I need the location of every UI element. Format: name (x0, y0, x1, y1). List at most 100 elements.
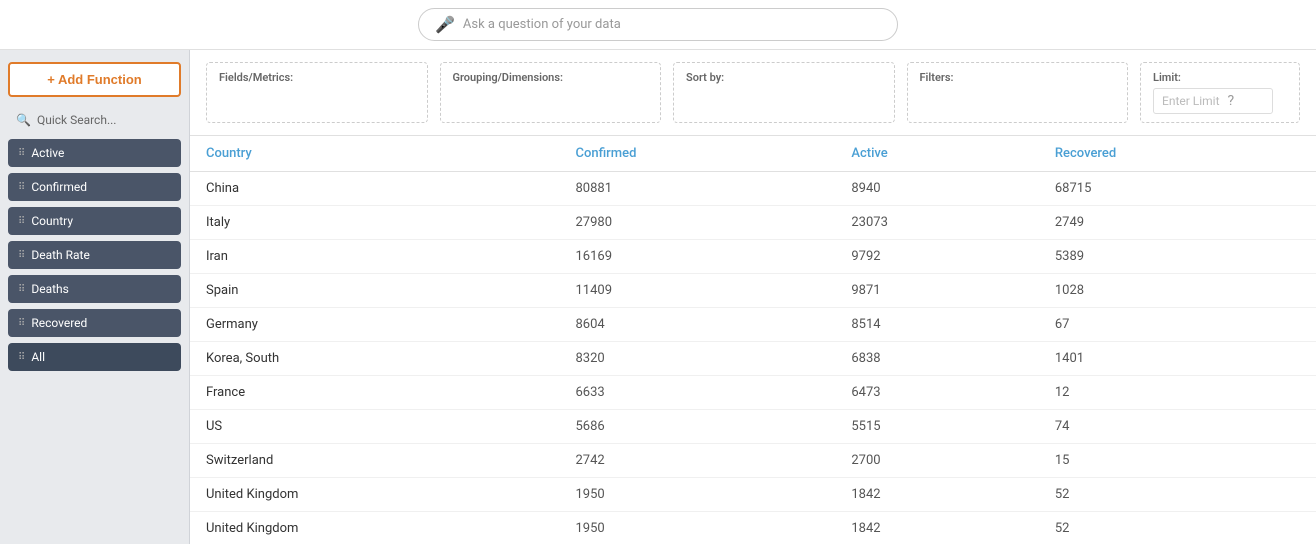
filters-label: Filters: (920, 71, 1116, 84)
cell-confirmed: 11409 (559, 274, 835, 308)
drag-icon: ⠿ (18, 284, 25, 295)
drag-icon: ⠿ (18, 182, 25, 193)
cell-recovered: 52 (1039, 512, 1316, 544)
cell-active: 9792 (835, 240, 1039, 274)
table-row: Korea, South 8320 6838 1401 (190, 342, 1316, 376)
cell-confirmed: 27980 (559, 206, 835, 240)
cell-active: 6473 (835, 376, 1039, 410)
cell-active: 5515 (835, 410, 1039, 444)
sidebar-item-all[interactable]: ⠿ All (8, 343, 181, 371)
filters-section[interactable]: Filters: (907, 62, 1129, 123)
top-bar: 🎤 Ask a question of your data (0, 0, 1316, 50)
sidebar-item-death-rate[interactable]: ⠿ Death Rate (8, 241, 181, 269)
col-header-recovered[interactable]: Recovered (1039, 136, 1316, 172)
table-header-row: Country Confirmed Active Recovered (190, 136, 1316, 172)
cell-country: China (190, 172, 559, 206)
cell-active: 6838 (835, 342, 1039, 376)
cell-country: US (190, 410, 559, 444)
limit-section: Limit: Enter Limit ? (1140, 62, 1300, 123)
cell-recovered: 74 (1039, 410, 1316, 444)
fields-section[interactable]: Fields/Metrics: (206, 62, 428, 123)
table-row: Spain 11409 9871 1028 (190, 274, 1316, 308)
col-header-country[interactable]: Country (190, 136, 559, 172)
cell-active: 23073 (835, 206, 1039, 240)
drag-icon: ⠿ (18, 250, 25, 261)
table-body: China 80881 8940 68715 Italy 27980 23073… (190, 172, 1316, 544)
grouping-section[interactable]: Grouping/Dimensions: (440, 62, 662, 123)
cell-country: United Kingdom (190, 512, 559, 544)
cell-country: United Kingdom (190, 478, 559, 512)
sidebar-item-deaths[interactable]: ⠿ Deaths (8, 275, 181, 303)
cell-recovered: 12 (1039, 376, 1316, 410)
sidebar-item-label: Confirmed (31, 180, 87, 194)
table-row: United Kingdom 1950 1842 52 (190, 512, 1316, 544)
table-row: Iran 16169 9792 5389 (190, 240, 1316, 274)
drag-icon: ⠿ (18, 352, 25, 363)
data-table: Country Confirmed Active Recovered China… (190, 136, 1316, 544)
cell-active: 8514 (835, 308, 1039, 342)
cell-active: 1842 (835, 478, 1039, 512)
limit-placeholder: Enter Limit (1162, 94, 1220, 108)
cell-recovered: 52 (1039, 478, 1316, 512)
cell-active: 8940 (835, 172, 1039, 206)
sidebar-item-label: Country (31, 214, 73, 228)
main-layout: + Add Function 🔍 Quick Search... ⠿ Activ… (0, 50, 1316, 544)
cell-recovered: 15 (1039, 444, 1316, 478)
limit-input[interactable]: Enter Limit ? (1153, 88, 1273, 114)
cell-active: 1842 (835, 512, 1039, 544)
table-row: US 5686 5515 74 (190, 410, 1316, 444)
fields-label: Fields/Metrics: (219, 71, 415, 84)
col-header-active[interactable]: Active (835, 136, 1039, 172)
quick-search-label: Quick Search... (37, 113, 116, 127)
search-bar[interactable]: 🎤 Ask a question of your data (418, 8, 898, 41)
cell-confirmed: 16169 (559, 240, 835, 274)
cell-country: Iran (190, 240, 559, 274)
sidebar-item-label: Deaths (31, 282, 69, 296)
table-row: Italy 27980 23073 2749 (190, 206, 1316, 240)
cell-country: Switzerland (190, 444, 559, 478)
search-icon: 🔍 (16, 113, 31, 127)
drag-icon: ⠿ (18, 216, 25, 227)
cell-confirmed: 1950 (559, 512, 835, 544)
quick-search[interactable]: 🔍 Quick Search... (8, 107, 181, 133)
sidebar-item-label: Death Rate (31, 248, 90, 262)
cell-country: France (190, 376, 559, 410)
sidebar-item-recovered[interactable]: ⠿ Recovered (8, 309, 181, 337)
cell-country: Germany (190, 308, 559, 342)
col-header-confirmed[interactable]: Confirmed (559, 136, 835, 172)
search-bar-placeholder: Ask a question of your data (463, 17, 621, 32)
cell-active: 9871 (835, 274, 1039, 308)
drag-icon: ⠿ (18, 318, 25, 329)
cell-country: Italy (190, 206, 559, 240)
cell-recovered: 68715 (1039, 172, 1316, 206)
sidebar-item-country[interactable]: ⠿ Country (8, 207, 181, 235)
add-function-button[interactable]: + Add Function (8, 62, 181, 97)
cell-confirmed: 5686 (559, 410, 835, 444)
grouping-label: Grouping/Dimensions: (453, 71, 649, 84)
sidebar: + Add Function 🔍 Quick Search... ⠿ Activ… (0, 50, 190, 544)
table-row: Switzerland 2742 2700 15 (190, 444, 1316, 478)
query-bar: Fields/Metrics: Grouping/Dimensions: Sor… (190, 50, 1316, 136)
table-container: Country Confirmed Active Recovered China… (190, 136, 1316, 544)
sidebar-item-label: Recovered (31, 316, 87, 330)
cell-country: Spain (190, 274, 559, 308)
cell-recovered: 67 (1039, 308, 1316, 342)
help-icon[interactable]: ? (1228, 93, 1235, 109)
sidebar-item-label: All (31, 350, 45, 364)
cell-confirmed: 2742 (559, 444, 835, 478)
cell-country: Korea, South (190, 342, 559, 376)
limit-label: Limit: (1153, 71, 1287, 84)
cell-confirmed: 80881 (559, 172, 835, 206)
sort-section[interactable]: Sort by: (673, 62, 895, 123)
drag-icon: ⠿ (18, 148, 25, 159)
sidebar-item-active[interactable]: ⠿ Active (8, 139, 181, 167)
cell-confirmed: 1950 (559, 478, 835, 512)
cell-confirmed: 6633 (559, 376, 835, 410)
microphone-icon: 🎤 (435, 15, 455, 34)
cell-confirmed: 8604 (559, 308, 835, 342)
sidebar-item-confirmed[interactable]: ⠿ Confirmed (8, 173, 181, 201)
app-container: 🎤 Ask a question of your data + Add Func… (0, 0, 1316, 544)
table-row: Germany 8604 8514 67 (190, 308, 1316, 342)
content-area: Fields/Metrics: Grouping/Dimensions: Sor… (190, 50, 1316, 544)
sort-label: Sort by: (686, 71, 882, 84)
